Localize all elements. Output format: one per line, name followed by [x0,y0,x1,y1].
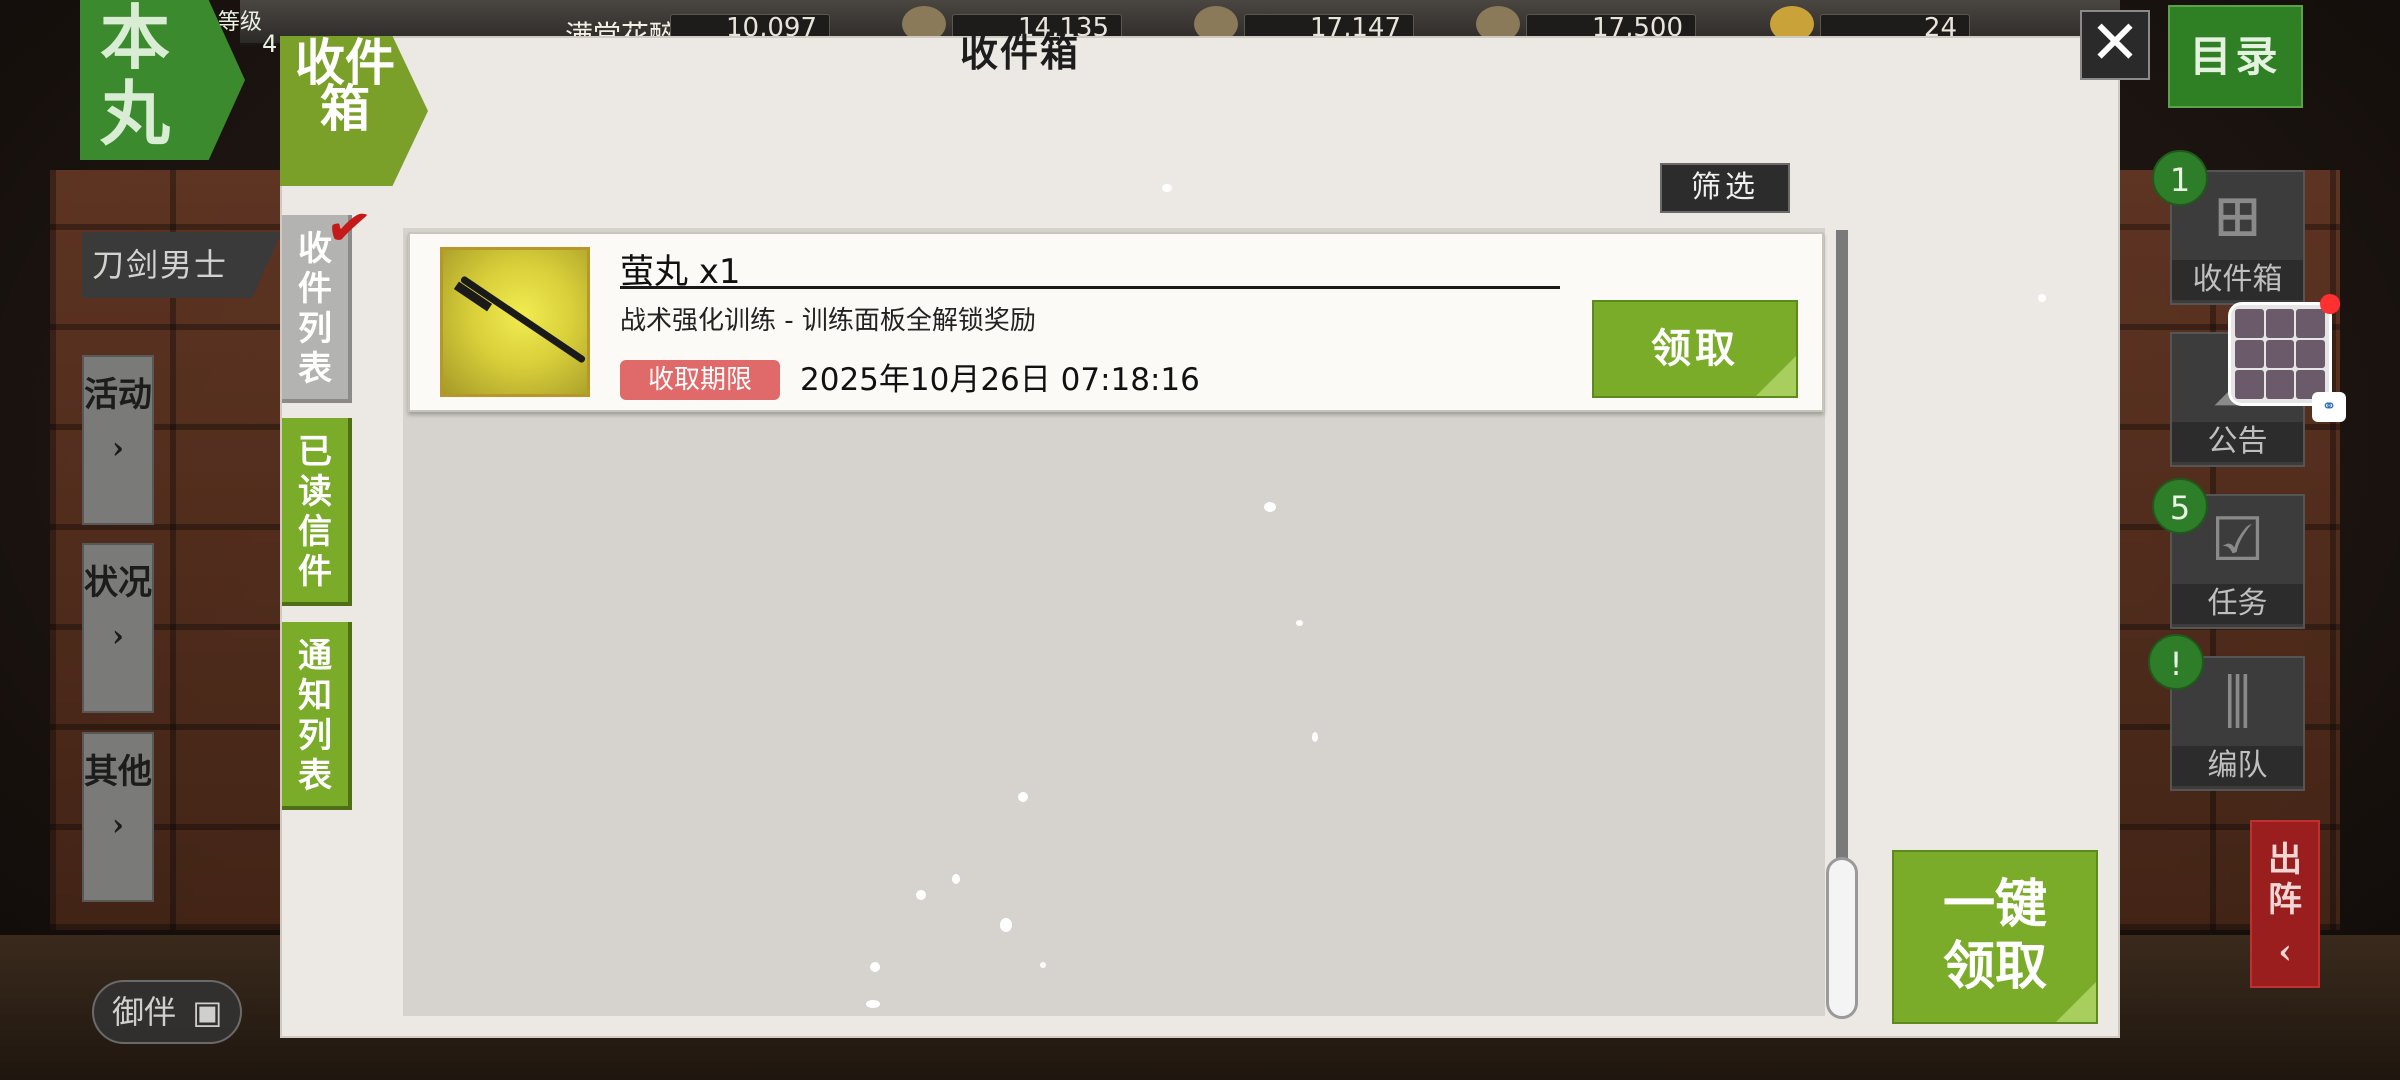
inbox-count-badge: 1 [2152,150,2208,206]
petal-decoration [952,874,960,884]
tab-read-mail[interactable]: 已读信件 [282,418,352,606]
status-label: 状况 [84,563,152,603]
close-button[interactable]: ✕ [2080,10,2150,80]
link-icon[interactable]: ⚭ [2312,392,2346,422]
petal-decoration [916,890,926,900]
formation-alert-badge: ! [2148,634,2204,690]
deadline-badge: 收取期限 [620,360,780,400]
formation-side-label: 编队 [2172,746,2303,786]
sword-boys-plate: 刀剑男士 [82,232,282,298]
sortie-label: 出阵 [2268,840,2302,920]
item-name-divider [620,286,1560,289]
other-button[interactable]: 其他 › [82,732,154,902]
inbox-tag-label: 收件箱 [295,33,395,138]
claim-all-label-line2: 领取 [1942,936,2047,997]
petal-decoration [1040,962,1046,968]
deadline-time: 2025年10月26日 07:18:16 [800,362,1200,398]
quest-count-badge: 5 [2152,478,2208,534]
petal-decoration [1000,918,1012,932]
petal-decoration [866,1000,880,1008]
petal-decoration [870,962,880,972]
event-label: 活动 [84,375,152,415]
chevron-left-icon: ‹ [2278,932,2292,972]
claim-all-button[interactable]: 一键 领取 [1892,850,2098,1024]
sword-item-icon [440,247,590,397]
notification-dot [2320,294,2340,314]
other-label: 其他 [84,752,152,792]
petal-decoration [2038,294,2046,302]
companion-camera-button[interactable]: 御伴 ▣ [92,980,242,1044]
petal-decoration [1312,732,1318,742]
camera-label: 御伴 [112,993,177,1031]
tab-notification-list[interactable]: 通知列表 [282,622,352,810]
claim-label: 领取 [1651,325,1739,372]
petal-decoration [1264,502,1276,512]
chevron-right-icon: › [112,431,124,466]
camera-icon: ▣ [192,993,223,1031]
chevron-right-icon: › [112,619,124,654]
checkmark-icon: ✔ [321,193,376,262]
event-button[interactable]: 活动 › [82,355,154,525]
menu-button[interactable]: 目录 [2168,5,2303,108]
quest-side-label: 任务 [2172,584,2303,624]
scrollbar-thumb[interactable] [1826,857,1858,1019]
filter-button[interactable]: 筛选 [1660,163,1790,213]
chevron-right-icon: › [112,808,124,843]
claim-all-label-line1: 一键 [1942,874,2047,935]
status-button[interactable]: 状况 › [82,543,154,713]
petal-decoration [1162,184,1172,192]
item-description: 战术强化训练 - 训练面板全解锁奖励 [620,306,1036,336]
floating-avatar-window[interactable] [2228,302,2332,406]
inbox-side-label: 收件箱 [2172,260,2303,300]
claim-button[interactable]: 领取 [1592,300,1798,398]
sortie-button[interactable]: 出阵 ‹ [2250,820,2320,988]
scrollbar-track[interactable] [1836,230,1848,860]
notice-side-label: 公告 [2172,422,2303,462]
petal-decoration [1296,620,1303,626]
petal-decoration [1018,792,1028,802]
